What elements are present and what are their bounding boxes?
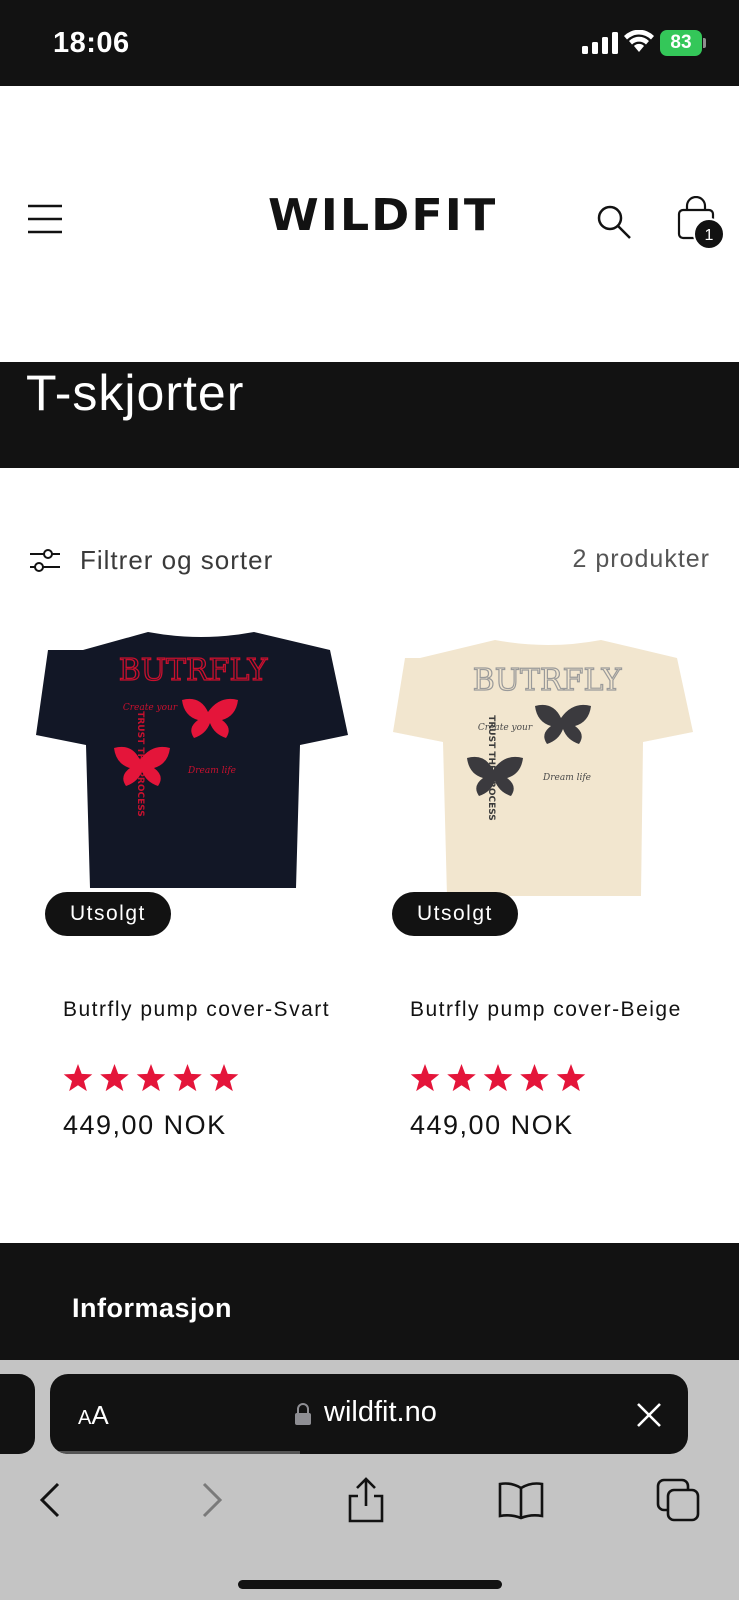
beige-tshirt-image: BUTRFLY Create your TRUST THE PROCESS Dr…	[393, 640, 693, 896]
footer-heading-information[interactable]: Informasjon	[72, 1293, 232, 1324]
product-card[interactable]: BUTRFLY Create your TRUST THE PROCESS Dr…	[375, 620, 721, 1160]
sold-out-badge: Utsolgt	[45, 892, 171, 936]
star-icon	[447, 1064, 476, 1092]
page-load-progress	[50, 1451, 300, 1454]
search-icon[interactable]	[596, 204, 632, 240]
share-icon[interactable]	[345, 1476, 387, 1524]
reader-options-button[interactable]: AA	[78, 1400, 109, 1431]
star-icon	[410, 1064, 440, 1092]
black-tshirt-image: BUTRFLY Create your TRUST THE PROCESS Dr…	[36, 632, 348, 888]
site-logo[interactable]: WILDFIT	[268, 192, 495, 238]
bookmarks-icon[interactable]	[498, 1480, 544, 1520]
tabs-icon[interactable]	[656, 1478, 700, 1522]
filter-sort-row: Filtrer og sorter 2 produkter	[0, 540, 739, 582]
print-brand-text: BUTRFLY	[473, 663, 623, 698]
rating-stars	[410, 1064, 586, 1092]
site-header: WILDFIT 1	[0, 86, 739, 362]
forward-icon[interactable]	[196, 1480, 226, 1520]
product-price: 449,00 NOK	[63, 1110, 227, 1140]
cart-count-badge[interactable]: 1	[693, 218, 725, 250]
status-bar: 18:06 83	[0, 0, 739, 86]
filter-sliders-icon[interactable]	[30, 548, 60, 574]
address-bar[interactable]: AA wildfit.no	[50, 1374, 688, 1454]
safari-toolbar: AA wildfit.no	[0, 1360, 739, 1600]
star-icon	[136, 1064, 166, 1092]
collection-banner: T-skjorter	[0, 362, 739, 468]
star-icon	[100, 1064, 129, 1092]
cellular-signal-icon	[582, 32, 618, 54]
star-icon	[556, 1064, 586, 1092]
back-icon[interactable]	[36, 1480, 66, 1520]
print-right-text: Dream life	[187, 766, 236, 776]
rating-stars	[63, 1064, 239, 1092]
sold-out-badge: Utsolgt	[392, 892, 518, 936]
battery-charging-icon: 83	[660, 30, 706, 56]
star-icon	[520, 1064, 549, 1092]
home-indicator	[238, 1580, 502, 1589]
product-price: 449,00 NOK	[410, 1110, 574, 1140]
product-image-beige-tshirt[interactable]: BUTRFLY Create your TRUST THE PROCESS Dr…	[375, 620, 721, 950]
product-card[interactable]: BUTRFLY Create your TRUST THE PROCESS Dr…	[28, 620, 374, 1160]
product-title[interactable]: Butrfly pump cover-Svart	[63, 996, 363, 1023]
print-left-text: Create your	[123, 703, 178, 713]
product-image-black-tshirt[interactable]: BUTRFLY Create your TRUST THE PROCESS Dr…	[28, 620, 374, 950]
filter-sort-button[interactable]: Filtrer og sorter	[80, 545, 273, 576]
star-icon	[63, 1064, 93, 1092]
product-title[interactable]: Butrfly pump cover-Beige	[410, 996, 710, 1023]
site-footer: Informasjon	[0, 1243, 739, 1363]
close-icon[interactable]	[636, 1402, 662, 1428]
star-icon	[483, 1064, 513, 1092]
product-count: 2 produkter	[572, 545, 710, 573]
battery-level: 83	[670, 32, 692, 53]
previous-tab-peek[interactable]	[0, 1374, 35, 1454]
star-icon	[209, 1064, 239, 1092]
lock-icon	[295, 1403, 311, 1425]
hamburger-menu-icon[interactable]	[28, 204, 62, 234]
print-right-text: Dream life	[542, 773, 591, 783]
collection-title: T-skjorter	[26, 365, 245, 421]
url-text[interactable]: wildfit.no	[324, 1396, 437, 1429]
print-brand-text: BUTRFLY	[119, 653, 269, 688]
wifi-icon	[624, 30, 654, 52]
star-icon	[173, 1064, 202, 1092]
status-time: 18:06	[53, 27, 130, 59]
